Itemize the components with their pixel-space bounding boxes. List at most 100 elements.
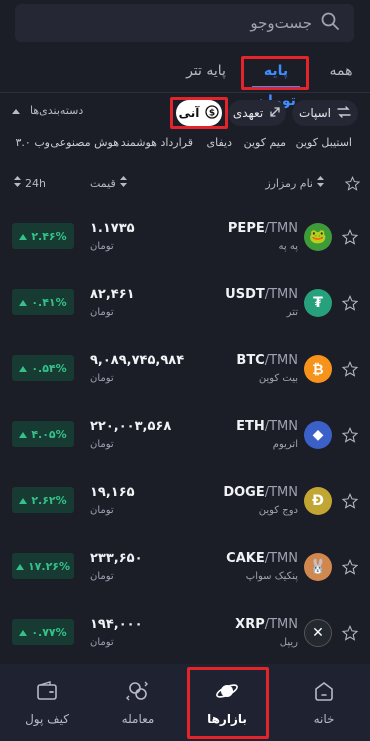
category-filters: استیبل کوین میم کوین دیفای قرارداد هوشمن… [0,136,370,154]
table-row[interactable]: ◆ ETH/TMN اتریوم ۲۲۰,۰۰۳,۵۶۸ تومان ۴.۰۵% [0,403,370,469]
price-unit: تومان [90,241,114,252]
pair-symbol: USDT/TMN [225,287,298,302]
quote-symbol: /TMN [264,353,298,368]
categories-dropdown[interactable]: دسته‌بندی‌ها [12,104,83,117]
chip-instant-label: آنی [178,106,200,120]
coin-logo-icon: ₮ [304,289,332,317]
change-badge: ۰.۴۱% [12,289,74,315]
sort-icon [119,176,127,190]
coin-name: دوج کوین [258,505,298,516]
category-web3[interactable]: وب ۳.۰ [16,136,51,149]
pair-symbol: BTC/TMN [236,353,298,368]
quote-symbol: /TMN [264,221,298,236]
nav-wallet[interactable]: کیف پول [10,664,84,741]
star-icon[interactable] [341,558,360,577]
chip-spot-label: اسپات [299,106,331,120]
star-icon[interactable] [341,624,360,643]
chip-instant[interactable]: $ آنی [176,100,222,126]
price-value: ۲۲۰,۰۰۳,۵۶۸ [90,419,172,434]
change-value: ۰.۴۱% [31,295,67,309]
coin-name: بیت کوین [258,373,298,384]
search-input[interactable] [112,14,312,32]
home-icon [312,679,336,706]
chip-margin[interactable]: تعهدی [228,100,286,126]
search-bar[interactable] [15,4,354,42]
star-icon[interactable] [341,360,360,379]
table-row[interactable]: 🐰 CAKE/TMN پنکیک سواپ ۲۳۳,۶۵۰ تومان ۱۷.۲۶% [0,535,370,601]
nav-home[interactable]: خانه [287,664,361,741]
star-icon[interactable] [341,492,360,511]
tab-all[interactable]: همه [324,56,358,92]
base-symbol: DOGE [223,485,265,500]
header-name[interactable]: نام رمزارز [265,176,324,190]
star-icon[interactable] [341,294,360,313]
coin-logo-icon: ◆ [304,421,332,449]
sort-icon [317,176,324,190]
sort-icon [14,176,21,190]
change-badge: ۱۷.۲۶% [12,553,74,579]
coin-logo-icon: ₿ [304,355,332,383]
price-value: ۸۲,۴۶۱ [90,287,135,302]
nav-trade[interactable]: معامله [101,664,175,741]
price-unit: تومان [90,637,114,648]
tab-tether-label: پایه تتر [186,63,226,79]
coin-name: تتر [286,307,298,318]
price-unit: تومان [90,439,114,450]
star-icon[interactable] [341,426,360,445]
header-change[interactable]: 24h [14,176,46,190]
tabs-divider [0,92,370,93]
header-price[interactable]: قیمت [90,176,127,190]
quote-symbol: /TMN [264,419,298,434]
app-root: همه پایه تومان پایه تتر اسپات تعهدی $ [0,0,370,741]
change-value: ۲.۴۶% [31,229,67,243]
nav-trade-label: معامله [121,712,155,726]
table-row[interactable]: 🐸 PEPE/TMN په په ۱.۱۷۳۵ تومان ۲.۴۶% [0,205,370,271]
favorite-header-star-icon[interactable] [345,176,360,191]
market-type-row: اسپات تعهدی $ آنی دسته‌بندی‌ها [0,97,370,129]
table-row[interactable]: ₿ BTC/TMN بیت کوین ۹,۰۸۹,۷۴۵,۹۸۴ تومان ۰.۵۴% [0,337,370,403]
arrow-up-icon [19,626,28,639]
pair-symbol: PEPE/TMN [228,221,298,236]
category-ai[interactable]: هوش مصنوعی [50,136,119,149]
quote-tabs: همه پایه تومان پایه تتر [0,56,370,109]
price-value: ۱۹۴,۰۰۰ [90,617,143,632]
change-value: ۱۷.۲۶% [27,559,71,573]
change-value: ۰.۵۴% [31,361,67,375]
nav-home-label: خانه [313,712,335,726]
star-icon[interactable] [341,228,360,247]
category-stablecoin[interactable]: استیبل کوین [296,136,352,149]
table-row[interactable]: Ð DOGE/TMN دوج کوین ۱۹,۱۶۵ تومان ۲.۶۲% [0,469,370,535]
chip-spot[interactable]: اسپات [292,100,358,126]
category-smart-contract[interactable]: قرارداد هوشمند [121,136,193,149]
table-row[interactable]: ✕ XRP/TMN ریپل ۱۹۴,۰۰۰ تومان ۰.۷۷% [0,601,370,667]
category-memecoin[interactable]: میم کوین [244,136,286,149]
search-icon [320,11,340,35]
tab-underline [252,86,300,88]
base-symbol: BTC [236,353,265,368]
header-change-label: 24h [25,176,46,190]
tab-tether[interactable]: پایه تتر [180,56,232,92]
chevron-up-icon [12,104,20,117]
coin-logo-icon: Ð [304,487,332,515]
arrow-up-icon [19,362,28,375]
header-name-label: نام رمزارز [265,176,313,190]
change-badge: ۲.۴۶% [12,223,74,249]
change-value: ۲.۶۲% [31,493,67,507]
category-defi[interactable]: دیفای [207,136,233,149]
nav-markets[interactable]: بازارها [190,664,264,741]
pair-symbol: XRP/TMN [235,617,298,632]
price-unit: تومان [90,373,114,384]
nav-markets-label: بازارها [207,712,247,726]
arrow-up-icon [19,494,28,507]
change-badge: ۰.۵۴% [12,355,74,381]
pair-symbol: DOGE/TMN [223,485,298,500]
table-row[interactable]: ₮ USDT/TMN تتر ۸۲,۴۶۱ تومان ۰.۴۱% [0,271,370,337]
arrows-diagonal-icon [269,106,281,121]
swap-icon [337,105,351,121]
coin-logo-icon: ✕ [304,619,332,647]
tab-toman[interactable]: پایه تومان [244,56,308,109]
coin-name: ریپل [279,637,298,648]
exchange-icon [126,679,150,706]
coin-logo-icon: 🐸 [304,223,332,251]
arrow-up-icon [19,428,28,441]
